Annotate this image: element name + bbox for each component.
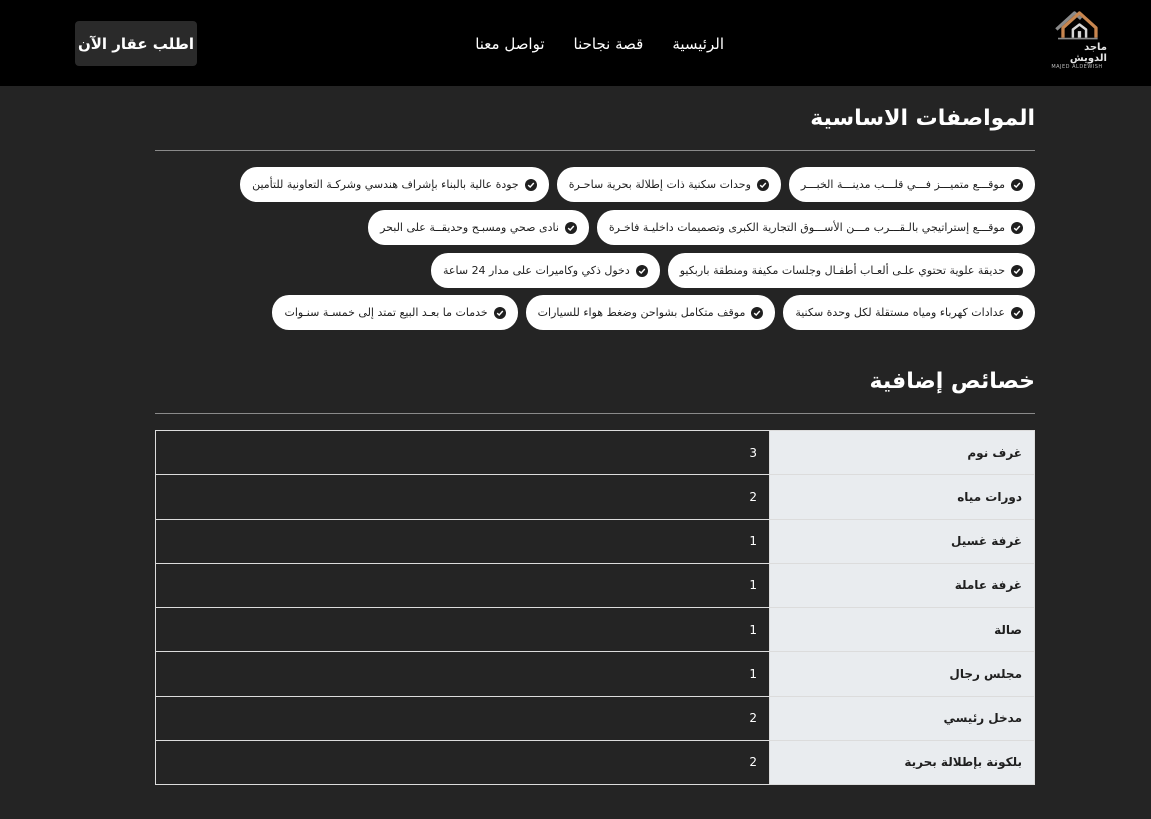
check-circle-icon: [751, 306, 764, 319]
feature-text: حديقة علوية تحتوي علـى ألعـاب أطفـال وجل…: [679, 264, 1005, 277]
spec-label: مدخل رئيسي: [769, 695, 1035, 741]
feature-text: وحدات سكنية ذات إطلالة بحرية ساحـرة: [568, 178, 751, 191]
features-divider: [155, 150, 1035, 151]
feature-chip: موقـــع إستراتيجي بالـقـــرب مـــن الأسـ…: [596, 210, 1035, 245]
table-row: غرفة عاملة 1: [155, 562, 1035, 609]
spec-label: دورات مياه: [769, 474, 1035, 520]
feature-chip: دخول ذكي وكاميرات على مدار 24 ساعة: [431, 253, 660, 288]
main-nav: الرئيسية قصة نجاحنا تواصل معنا: [475, 33, 724, 55]
check-circle-icon: [1011, 221, 1023, 234]
feature-text: نادى صحي ومسبـح وحديقــة على البحر: [380, 221, 559, 234]
check-circle-icon: [635, 264, 648, 277]
logo[interactable]: ماجد الدويش MAJED ALDEWISH: [1047, 8, 1107, 70]
feature-text: جودة عالية بالبناء بإشراف هندسي وشركـة ا…: [252, 178, 519, 191]
logo-name-ar: ماجد الدويش: [1069, 42, 1107, 64]
site-header: ماجد الدويش MAJED ALDEWISH الرئيسية قصة …: [0, 0, 1151, 86]
spec-label: غرفة غسيل: [769, 518, 1035, 564]
check-circle-icon: [493, 306, 506, 319]
table-row: صالة 1: [155, 606, 1035, 653]
check-circle-icon: [756, 178, 769, 191]
spec-value: 2: [155, 474, 770, 520]
spec-value: 3: [155, 429, 770, 476]
features-row-1: موقـــع متميـــز فـــي قلـــب مدينـــة ا…: [155, 167, 1035, 202]
table-row: بلكونة بإطلالة بحرية 2: [155, 739, 1035, 786]
spec-value: 1: [155, 651, 770, 697]
table-row: غرف نوم 3: [155, 429, 1035, 476]
feature-chip: نادى صحي ومسبـح وحديقــة على البحر: [368, 210, 589, 245]
check-circle-icon: [1011, 264, 1023, 277]
features-row-2: موقـــع إستراتيجي بالـقـــرب مـــن الأسـ…: [155, 210, 1035, 245]
table-row: دورات مياه 2: [155, 474, 1035, 520]
feature-chip: موقف متكامل بشواحن وضغط هواء للسيارات: [525, 295, 776, 330]
spec-value: 1: [155, 518, 770, 564]
nav-home[interactable]: الرئيسية: [672, 33, 724, 55]
features-row-3: حديقة علوية تحتوي علـى ألعـاب أطفـال وجل…: [155, 253, 1035, 288]
spec-value: 2: [155, 695, 770, 741]
table-row: مدخل رئيسي 2: [155, 695, 1035, 741]
table-row: مجلس رجال 1: [155, 651, 1035, 697]
feature-chip: خدمات ما بعـد البيع تمتد إلى خمسـة سنـوا…: [272, 295, 518, 330]
feature-text: موقـــع متميـــز فـــي قلـــب مدينـــة ا…: [800, 178, 1005, 191]
spec-label: بلكونة بإطلالة بحرية: [769, 739, 1035, 786]
check-circle-icon: [1011, 306, 1023, 319]
spec-label: غرفة عاملة: [769, 562, 1035, 609]
spec-label: صالة: [769, 606, 1035, 653]
feature-chip: جودة عالية بالبناء بإشراف هندسي وشركـة ا…: [240, 167, 549, 202]
house-logo-icon: [1055, 11, 1098, 40]
extras-divider: [155, 413, 1035, 414]
features-row-4: عدادات كهرباء ومياه مستقلة لكل وحدة سكني…: [155, 295, 1035, 330]
feature-text: موقف متكامل بشواحن وضغط هواء للسيارات: [537, 306, 746, 319]
extras-title: خصائص إضافية: [869, 369, 1035, 394]
table-row: غرفة غسيل 1: [155, 518, 1035, 564]
feature-text: عدادات كهرباء ومياه مستقلة لكل وحدة سكني…: [795, 306, 1005, 319]
feature-chip: وحدات سكنية ذات إطلالة بحرية ساحـرة: [556, 167, 781, 202]
extras-table: غرف نوم 3 دورات مياه 2 غرفة غسيل 1 غرفة …: [155, 429, 1035, 786]
nav-contact[interactable]: تواصل معنا: [475, 33, 544, 55]
feature-chip: موقـــع متميـــز فـــي قلـــب مدينـــة ا…: [788, 167, 1035, 202]
features-title: المواصفات الاساسية: [810, 106, 1035, 131]
request-property-button[interactable]: اطلب عقار الآن: [75, 21, 197, 66]
spec-value: 2: [155, 739, 770, 786]
feature-chip: عدادات كهرباء ومياه مستقلة لكل وحدة سكني…: [783, 295, 1035, 330]
feature-text: موقـــع إستراتيجي بالـقـــرب مـــن الأسـ…: [608, 221, 1005, 234]
feature-text: خدمات ما بعـد البيع تمتد إلى خمسـة سنـوا…: [284, 306, 488, 319]
spec-value: 1: [155, 562, 770, 609]
spec-value: 1: [155, 606, 770, 653]
check-circle-icon: [1011, 178, 1023, 191]
logo-name-en: MAJED ALDEWISH: [1051, 64, 1103, 70]
spec-label: مجلس رجال: [769, 651, 1035, 697]
check-circle-icon: [524, 178, 537, 191]
check-circle-icon: [564, 221, 577, 234]
nav-success-story[interactable]: قصة نجاحنا: [574, 33, 644, 55]
feature-chip: حديقة علوية تحتوي علـى ألعـاب أطفـال وجل…: [667, 253, 1035, 288]
feature-text: دخول ذكي وكاميرات على مدار 24 ساعة: [443, 264, 630, 277]
spec-label: غرف نوم: [769, 429, 1035, 476]
